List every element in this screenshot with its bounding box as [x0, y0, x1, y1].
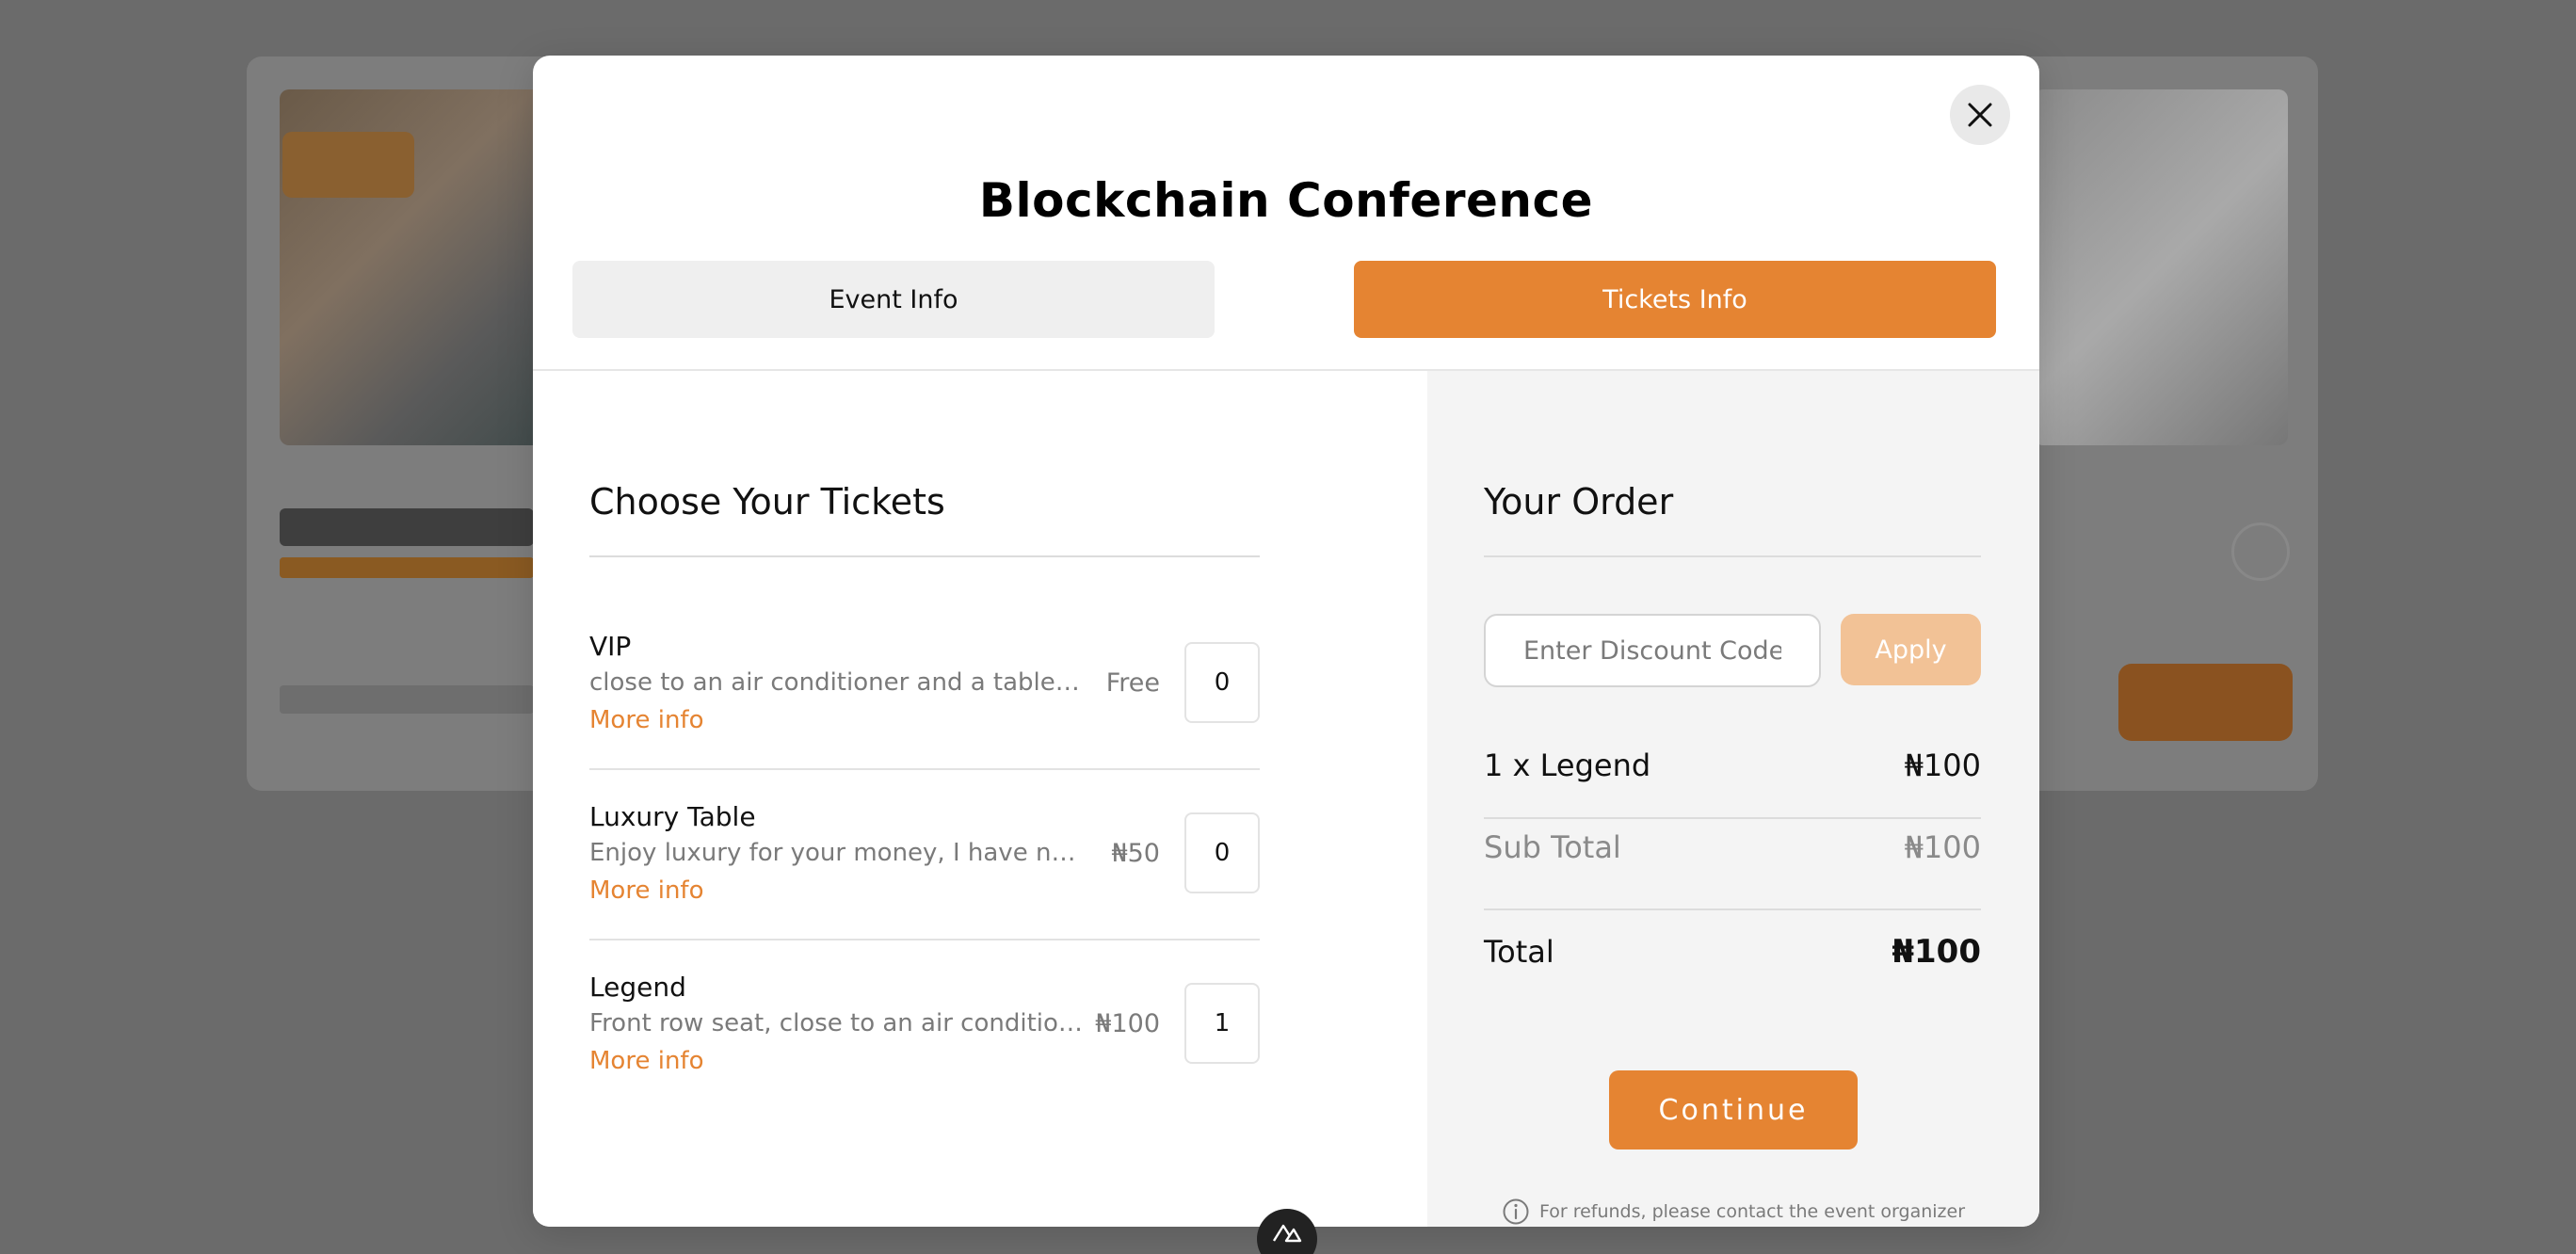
- ticket-item-luxury-table: Luxury Table Enjoy luxury for your money…: [589, 801, 1260, 971]
- close-icon: [1968, 103, 1992, 127]
- ticket-price: ₦50: [1111, 839, 1160, 868]
- background-event-title: [280, 508, 534, 546]
- total-label: Total: [1484, 934, 1554, 970]
- ticket-quantity-input[interactable]: [1184, 642, 1260, 723]
- ticket-description: Enjoy luxury for your money, I have neve…: [589, 839, 1084, 867]
- ticket-modal: Blockchain Conference Event Info Tickets…: [533, 56, 2039, 1227]
- ticket-item-vip: VIP close to an air conditioner and a ta…: [589, 631, 1260, 800]
- close-button[interactable]: [1950, 85, 2010, 145]
- order-total: Total ₦100: [1484, 933, 1981, 971]
- background-event-image-right: [2034, 89, 2288, 445]
- subtotal-amount: ₦100: [1904, 829, 1981, 865]
- tab-event-info[interactable]: Event Info: [572, 261, 1215, 338]
- tab-tickets-info[interactable]: Tickets Info: [1354, 261, 1996, 338]
- continue-button[interactable]: Continue: [1609, 1070, 1858, 1150]
- discount-code-input[interactable]: [1484, 614, 1821, 687]
- ticket-name: VIP: [589, 631, 632, 662]
- order-heading: Your Order: [1484, 481, 1674, 522]
- background-event-meta: [280, 685, 534, 714]
- background-action-button: [2118, 664, 2293, 741]
- ticket-name: Legend: [589, 972, 686, 1003]
- ticket-more-info-link[interactable]: More info: [589, 706, 703, 734]
- ticket-description: close to an air conditioner and a table …: [589, 668, 1084, 697]
- ticket-quantity-input[interactable]: [1184, 983, 1260, 1064]
- ticket-divider: [589, 939, 1260, 940]
- order-line-item-label: 1 x Legend: [1484, 748, 1651, 783]
- order-line-item-amount: ₦100: [1904, 748, 1981, 783]
- background-badge: [282, 132, 414, 198]
- ticket-more-info-link[interactable]: More info: [589, 876, 703, 905]
- info-icon: [1503, 1198, 1529, 1225]
- nuxt-logo-icon: [1272, 1224, 1302, 1243]
- order-divider: [1484, 817, 1981, 819]
- order-pane: Your Order Apply 1 x Legend ₦100 Sub Tot…: [1427, 371, 2039, 1227]
- background-event-subtitle: [280, 557, 534, 578]
- ticket-price: Free: [1105, 668, 1160, 698]
- ticket-quantity-input[interactable]: [1184, 812, 1260, 893]
- tickets-pane: Choose Your Tickets VIP close to an air …: [533, 371, 1427, 1227]
- refund-note-text: For refunds, please contact the event or…: [1538, 1201, 1966, 1222]
- modal-title: Blockchain Conference: [978, 173, 1594, 228]
- ticket-item-legend: Legend Front row seat, close to an air c…: [589, 972, 1260, 1141]
- ticket-name: Luxury Table: [589, 801, 756, 832]
- refund-note: For refunds, please contact the event or…: [1427, 1198, 2039, 1226]
- tickets-heading-divider: [589, 555, 1260, 557]
- background-favorite-icon: [2231, 522, 2290, 581]
- order-line-item: 1 x Legend ₦100: [1484, 748, 1981, 783]
- total-amount: ₦100: [1892, 933, 1981, 971]
- subtotal-label: Sub Total: [1484, 829, 1621, 865]
- order-divider: [1484, 908, 1981, 910]
- tickets-heading: Choose Your Tickets: [589, 481, 945, 522]
- ticket-divider: [589, 768, 1260, 770]
- ticket-price: ₦100: [1095, 1009, 1160, 1038]
- ticket-more-info-link[interactable]: More info: [589, 1047, 703, 1075]
- order-heading-divider: [1484, 555, 1981, 557]
- order-subtotal: Sub Total ₦100: [1484, 829, 1981, 865]
- apply-discount-button[interactable]: Apply: [1841, 614, 1981, 685]
- ticket-description: Front row seat, close to an air conditio…: [589, 1009, 1084, 1037]
